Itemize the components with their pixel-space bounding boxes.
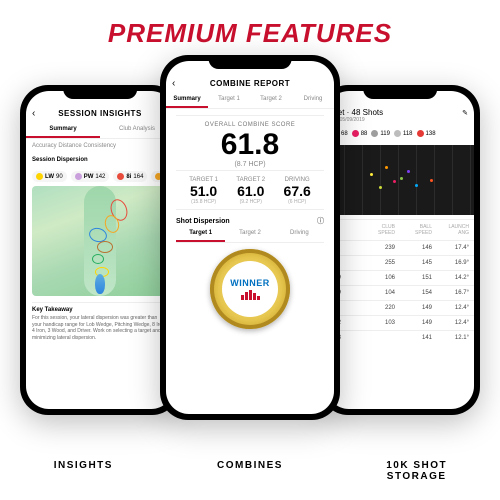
captions-row: INSIGHTS COMBINES 10K SHOTSTORAGE bbox=[0, 460, 500, 482]
session-date: 📅 05/09/2019 bbox=[332, 117, 468, 123]
phone-screen: ‹ COMBINE REPORT Summary Target 1 Target… bbox=[166, 61, 334, 414]
table-row[interactable]: 25514516.9° bbox=[326, 255, 474, 270]
target2-hcp: (9.2 HCP) bbox=[236, 199, 265, 205]
tab-driving[interactable]: Driving bbox=[292, 92, 334, 108]
phone-storage: 11:47 Net · 48 Shots ✎ 📅 05/09/2019 68 8… bbox=[320, 85, 480, 415]
phone-screen: 11:46 ‹ SESSION INSIGHTS Summary Club An… bbox=[26, 91, 174, 409]
tab-target1[interactable]: Target 1 bbox=[208, 92, 250, 108]
section-title: Session Dispersion bbox=[26, 153, 174, 167]
phone-notch bbox=[209, 55, 292, 69]
edit-icon[interactable]: ✎ bbox=[462, 109, 468, 117]
driving-hcp: (6 HCP) bbox=[284, 199, 311, 205]
session-header: Net · 48 Shots ✎ 📅 05/09/2019 bbox=[326, 105, 474, 126]
chip-lw[interactable]: LW90 bbox=[32, 171, 67, 182]
badge-text: WINNER bbox=[230, 278, 270, 288]
dispersion-title: Shot Dispersion bbox=[176, 218, 230, 225]
phone-combines: ‹ COMBINE REPORT Summary Target 1 Target… bbox=[160, 55, 340, 420]
club-chips: LW90 PW142 8i164 5i182 bbox=[26, 167, 174, 186]
table-header: CLUB SPEED BALL SPEED LAUNCH ANG bbox=[326, 219, 474, 240]
rchip-4[interactable]: 138 bbox=[417, 130, 436, 137]
takeaway-title: Key Takeaway bbox=[32, 307, 168, 313]
nav-bar: ‹ SESSION INSIGHTS bbox=[26, 105, 174, 122]
table-row[interactable]: 24910615114.2° bbox=[326, 270, 474, 285]
caption-storage: 10K SHOTSTORAGE bbox=[333, 460, 500, 482]
shot-table: CLUB SPEED BALL SPEED LAUNCH ANG 2391461… bbox=[326, 219, 474, 345]
takeaway-body: For this session, your lateral dispersio… bbox=[32, 315, 168, 341]
tab-target2[interactable]: Target 2 bbox=[250, 92, 292, 108]
back-button[interactable]: ‹ bbox=[32, 108, 36, 119]
page-title: COMBINE REPORT bbox=[210, 79, 290, 88]
table-row[interactable]: 21314112.1° bbox=[326, 330, 474, 345]
dispersion-tabs: Target 1 Target 2 Driving bbox=[176, 226, 324, 243]
sub-tabs[interactable]: Accuracy Distance Consistency bbox=[26, 139, 174, 153]
target2-value: 61.0 bbox=[236, 183, 265, 199]
target1-col: TARGET 1 51.0 (15.8 HCP) bbox=[189, 177, 218, 205]
tab-summary[interactable]: Summary bbox=[26, 122, 100, 138]
target1-value: 51.0 bbox=[189, 183, 218, 199]
badge-logo-icon bbox=[241, 290, 260, 300]
target2-col: TARGET 2 61.0 (9.2 HCP) bbox=[236, 177, 265, 205]
phone-notch bbox=[63, 85, 137, 99]
chip-8i[interactable]: 8i164 bbox=[113, 171, 147, 182]
info-icon[interactable]: ⓘ bbox=[317, 216, 324, 226]
overall-score: OVERALL COMBINE SCORE 61.8 (8.7 HCP) bbox=[176, 115, 324, 171]
phone-insights: 11:46 ‹ SESSION INSIGHTS Summary Club An… bbox=[20, 85, 180, 415]
caption-combines: COMBINES bbox=[167, 460, 334, 482]
tab-summary[interactable]: Summary bbox=[166, 92, 208, 108]
table-row[interactable]: 22210314912.4° bbox=[326, 315, 474, 330]
club-chips: 68 88 119 118 138 bbox=[326, 126, 474, 141]
score-hcp: (8.7 HCP) bbox=[176, 161, 324, 168]
disp-tab-driving[interactable]: Driving bbox=[275, 226, 324, 242]
back-button[interactable]: ‹ bbox=[172, 78, 176, 89]
table-row[interactable]: 23914617.4° bbox=[326, 240, 474, 255]
nav-bar: ‹ COMBINE REPORT bbox=[166, 75, 334, 92]
phones-row: 11:46 ‹ SESSION INSIGHTS Summary Club An… bbox=[0, 55, 500, 425]
page-title: SESSION INSIGHTS bbox=[58, 109, 142, 118]
score-value: 61.8 bbox=[176, 130, 324, 160]
main-tabs: Summary Target 1 Target 2 Driving bbox=[166, 92, 334, 109]
caption-insights: INSIGHTS bbox=[0, 460, 167, 482]
table-row[interactable]: 22014912.4° bbox=[326, 300, 474, 315]
driving-col: DRIVING 67.6 (6 HCP) bbox=[284, 177, 311, 205]
driving-value: 67.6 bbox=[284, 183, 311, 199]
winner-badge: WINNER bbox=[210, 249, 290, 329]
target1-hcp: (15.8 HCP) bbox=[189, 199, 218, 205]
phone-screen: 11:47 Net · 48 Shots ✎ 📅 05/09/2019 68 8… bbox=[326, 91, 474, 409]
rchip-1[interactable]: 88 bbox=[352, 130, 368, 137]
chip-pw[interactable]: PW142 bbox=[71, 171, 110, 182]
phone-notch bbox=[363, 85, 437, 99]
main-tabs: Summary Club Analysis bbox=[26, 122, 174, 139]
dispersion-map[interactable] bbox=[32, 186, 168, 296]
target-scores: TARGET 1 51.0 (15.8 HCP) TARGET 2 61.0 (… bbox=[176, 173, 324, 210]
hero-title: PREMIUM FEATURES bbox=[0, 0, 500, 49]
dispersion-header: Shot Dispersion ⓘ bbox=[166, 210, 334, 226]
dispersion-scatter[interactable] bbox=[326, 145, 474, 215]
rchip-2[interactable]: 119 bbox=[371, 130, 390, 137]
disp-tab-t2[interactable]: Target 2 bbox=[225, 226, 274, 242]
rchip-3[interactable]: 118 bbox=[394, 130, 413, 137]
disp-tab-t1[interactable]: Target 1 bbox=[176, 226, 225, 242]
takeaway-card: Key Takeaway For this session, your late… bbox=[32, 302, 168, 341]
table-row[interactable]: 25910415416.7° bbox=[326, 285, 474, 300]
